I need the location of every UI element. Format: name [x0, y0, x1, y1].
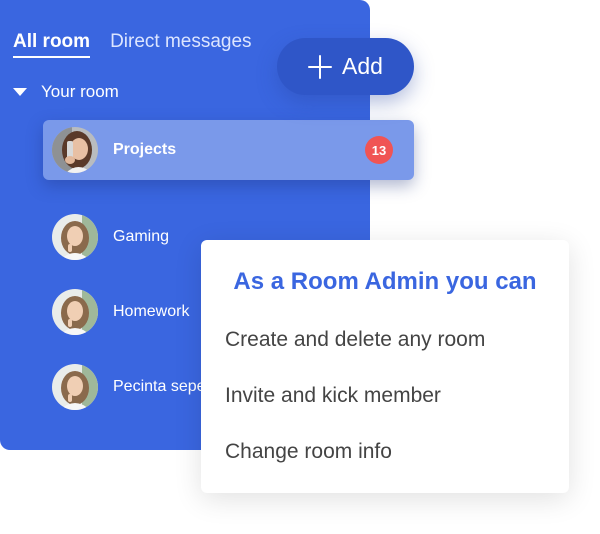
- room-name: Gaming: [113, 228, 170, 245]
- room-name: Pecinta sepe: [113, 378, 206, 395]
- room-tabs: All room Direct messages: [13, 30, 252, 58]
- room-name: Homework: [113, 303, 190, 320]
- plus-icon: [308, 54, 333, 79]
- user-avatar-icon: [52, 289, 98, 335]
- unread-count-badge: 13: [365, 136, 393, 164]
- user-avatar-icon: [52, 214, 98, 260]
- user-avatar-icon: [52, 364, 98, 410]
- add-button-label: Add: [342, 53, 383, 79]
- admin-permission-item: Create and delete any room: [225, 328, 486, 351]
- room-item-projects[interactable]: Projects 13: [43, 120, 414, 180]
- room-name: Projects: [113, 141, 177, 158]
- caret-down-icon: [13, 88, 27, 96]
- your-room-section-toggle[interactable]: Your room: [13, 82, 119, 102]
- admin-permission-item: Change room info: [225, 440, 392, 463]
- tab-all-room[interactable]: All room: [13, 30, 91, 58]
- admin-card-title: As a Room Admin you can: [233, 268, 537, 295]
- room-admin-card: As a Room Admin you can Create and delet…: [201, 240, 569, 493]
- add-room-button[interactable]: Add: [277, 38, 414, 95]
- section-label: Your room: [41, 82, 119, 101]
- user-avatar-phone-icon: [52, 127, 98, 173]
- admin-permission-item: Invite and kick member: [225, 384, 441, 407]
- tab-direct-messages[interactable]: Direct messages: [110, 30, 252, 58]
